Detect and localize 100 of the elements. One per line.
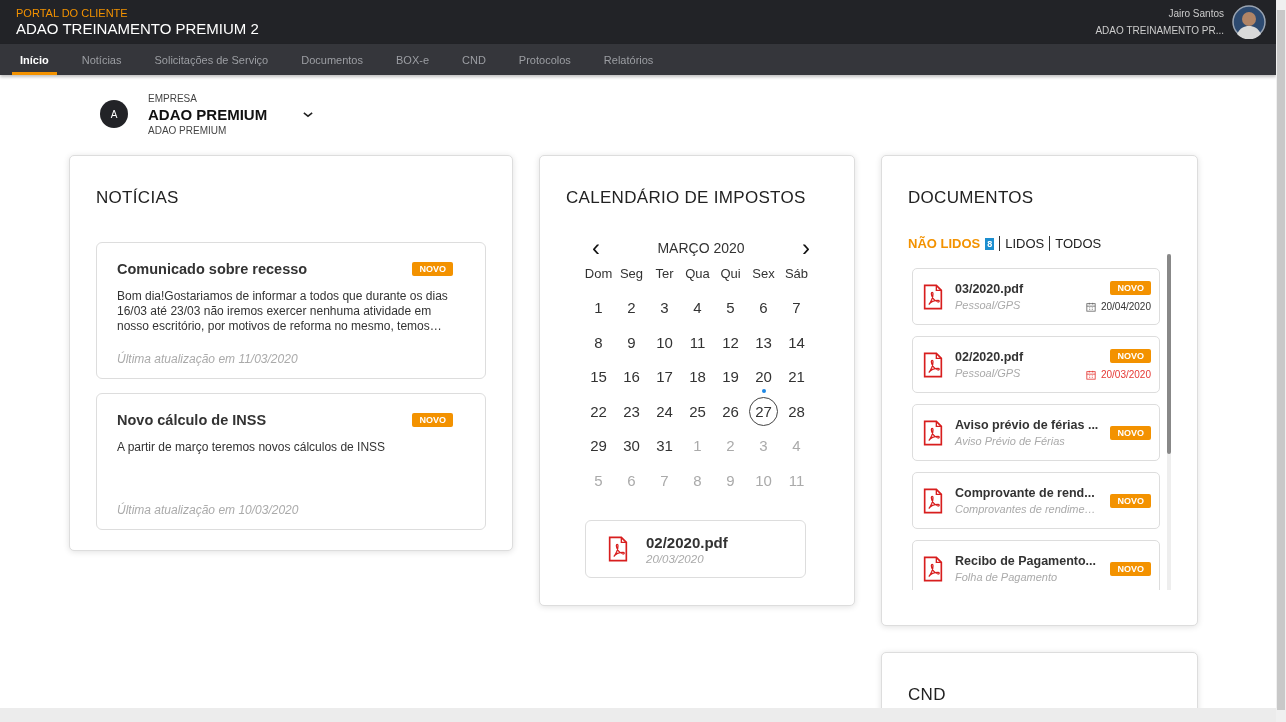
calendar-day[interactable]: 19 [716, 362, 745, 392]
new-badge: NOVO [412, 413, 453, 427]
document-item[interactable]: 02/2020.pdf Pessoal/GPS NOVO 20/03/2020 [912, 336, 1160, 393]
filter-tab[interactable]: TODOS [1055, 236, 1102, 251]
company-avatar: A [100, 100, 128, 128]
due-date: 20/03/2020 [1100, 369, 1151, 380]
document-item[interactable]: 03/2020.pdf Pessoal/GPS NOVO 20/04/2020 [912, 268, 1160, 325]
pdf-icon [608, 536, 628, 562]
calendar-day[interactable]: 9 [617, 327, 646, 357]
document-category: Comprovantes de rendime… [955, 503, 1097, 515]
calendar-day[interactable]: 7 [782, 293, 811, 323]
nav-tab[interactable]: BOX-e [388, 44, 437, 75]
calendar-day[interactable]: 20 [749, 362, 778, 392]
company-name: ADAO PREMIUM [148, 105, 269, 123]
calendar-day[interactable]: 10 [650, 327, 679, 357]
new-badge: NOVO [1110, 349, 1151, 363]
calendar-day[interactable]: 13 [749, 327, 778, 357]
document-category: Pessoal/GPS [955, 367, 1022, 379]
card-title: DOCUMENTOS [908, 188, 1035, 208]
calendar-day[interactable]: 17 [650, 362, 679, 392]
vertical-scrollbar[interactable] [1276, 0, 1286, 722]
document-item[interactable]: Comprovante de rend... Comprovantes de rendime… NOVO [912, 472, 1160, 529]
user-company: ADAO TREINAMENTO PR... [1095, 25, 1224, 36]
calendar-day[interactable]: 21 [782, 362, 811, 392]
calendar-day[interactable]: 18 [683, 362, 712, 392]
document-title: 02/2020.pdf [955, 350, 1025, 364]
next-month-button[interactable]: › [798, 240, 814, 256]
news-text: A partir de março teremos novos cálculos de INSS [117, 440, 387, 456]
card-title: NOTÍCIAS [96, 188, 180, 208]
news-item[interactable] [96, 242, 486, 379]
weekday-label: Seg [618, 266, 645, 283]
update-date: Última atualização em 11/03/2020 [117, 352, 299, 366]
document-category: Folha de Pagamento [955, 571, 1059, 583]
portal-label: PORTAL DO CLIENTE [16, 7, 129, 19]
calendar-day[interactable]: 12 [716, 327, 745, 357]
new-badge: NOVO [1110, 561, 1151, 576]
new-badge: NOVO [1110, 425, 1151, 440]
pdf-icon [923, 283, 943, 310]
pdf-icon [923, 555, 943, 582]
news-title: Novo cálculo de INSS [117, 412, 267, 428]
calendar-day[interactable]: 23 [617, 396, 646, 426]
pdf-icon [923, 419, 943, 446]
weekday-label: Qua [684, 266, 711, 283]
document-title: Comprovante de rend... [955, 486, 1096, 500]
calendar-day[interactable]: 29 [584, 431, 613, 461]
new-badge: NOVO [412, 262, 453, 276]
company-subtitle: ADAO PREMIUM [148, 124, 228, 136]
nav-tab[interactable]: Protocolos [510, 44, 579, 75]
document-item[interactable]: Recibo de Pagamento... Folha de Pagamento NOVO [912, 540, 1160, 590]
document-title: 03/2020.pdf [955, 282, 1025, 296]
calendar-day[interactable]: 31 [650, 431, 679, 461]
news-title: Comunicado sobre recesso [117, 261, 308, 277]
calendar-day[interactable]: 5 [716, 293, 745, 323]
calendar-day[interactable]: 22 [584, 396, 613, 426]
event-item[interactable]: 02/2020.pdf 20/03/2020 [585, 520, 806, 578]
calendar-day[interactable]: 15 [584, 362, 613, 392]
file-name: 02/2020.pdf [646, 533, 728, 551]
nav-tab[interactable]: Relatórios [595, 44, 662, 75]
calendar-day[interactable]: 24 [650, 396, 679, 426]
count-badge: 8 [985, 237, 995, 250]
calendar-day[interactable]: 30 [617, 431, 646, 461]
news-item[interactable]: Novo cálculo de INSS NOVO A partir de março teremos novos cálculos de INSS Última atualização em 10/03/2020 [96, 393, 486, 530]
app-title: ADAO TREINAMENTO PREMIUM 2 [16, 20, 259, 37]
pdf-icon [923, 351, 943, 378]
calendar-day[interactable]: 11 [683, 327, 712, 357]
card-title: CND [908, 685, 947, 705]
calendar-day[interactable]: 8 [584, 327, 613, 357]
chevron-down-icon[interactable] [303, 110, 313, 118]
user-name: Jairo Santos [1168, 8, 1224, 19]
calendar-day[interactable]: 3 [650, 293, 679, 323]
weekday-label: Qui [719, 266, 742, 283]
calendar-day[interactable]: 14 [782, 327, 811, 357]
document-category: Aviso Prévio de Férias [955, 435, 1066, 447]
weekday-label: Sex [751, 266, 776, 283]
calendar-day[interactable]: 6 [749, 293, 778, 323]
calendar-day[interactable]: 2 [617, 293, 646, 323]
event-date: 20/03/2020 [646, 552, 705, 565]
calendar-day[interactable]: 1 [584, 293, 613, 323]
card-title: CALENDÁRIO DE IMPOSTOS [566, 188, 807, 208]
document-item[interactable]: Aviso prévio de férias ... Aviso Prévio de Férias NOVO [912, 404, 1160, 461]
calendar-day[interactable]: 4 [683, 293, 712, 323]
calendar-day[interactable]: 16 [617, 362, 646, 392]
nav-tab[interactable]: Solicitações de Serviço [146, 44, 277, 75]
pdf-icon [923, 487, 943, 514]
scrollbar-thumb[interactable] [1167, 254, 1171, 454]
horizontal-scrollbar[interactable] [0, 708, 1276, 722]
calendar-day[interactable]: 28 [782, 396, 811, 426]
new-badge: NOVO [1110, 281, 1151, 295]
calendar-day[interactable]: 25 [683, 396, 712, 426]
nav-tab[interactable]: Documentos [293, 44, 371, 75]
avatar[interactable] [1232, 5, 1266, 39]
nav-tab[interactable]: Notícias [73, 44, 130, 75]
previous-month-button[interactable]: ‹ [588, 240, 604, 256]
filter-tab[interactable]: LIDOS [1005, 236, 1045, 251]
update-date: Última atualização em 10/03/2020 [117, 503, 300, 517]
new-badge: NOVO [1110, 493, 1151, 508]
calendar-day[interactable]: 26 [716, 396, 745, 426]
company-label: EMPRESA [148, 92, 198, 104]
nav-tab[interactable]: Início [12, 44, 57, 75]
nav-tab[interactable]: CND [454, 44, 494, 75]
